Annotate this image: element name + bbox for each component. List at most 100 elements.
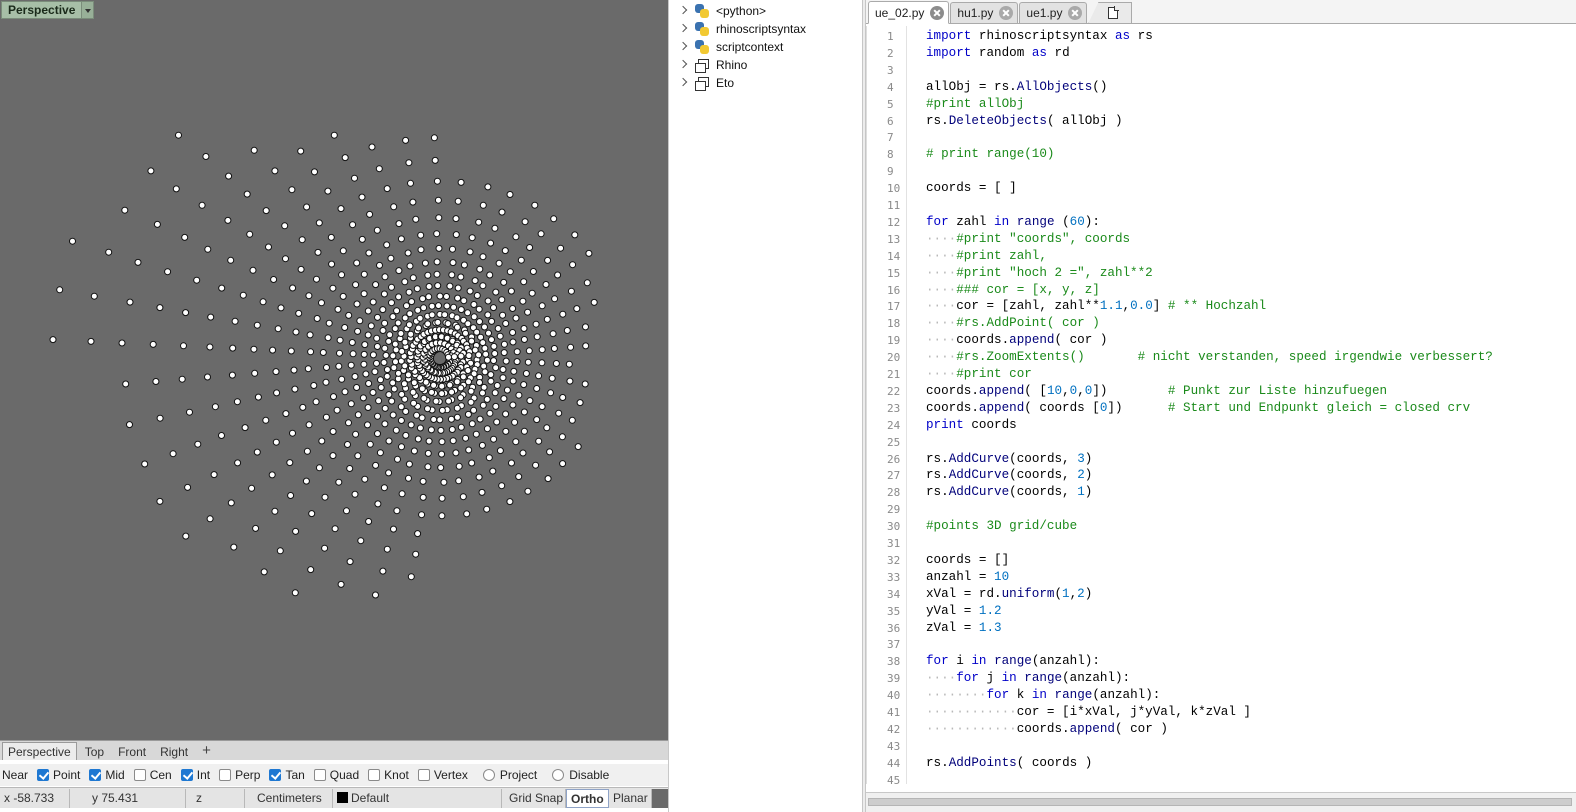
point[interactable] [299, 403, 307, 411]
point[interactable] [391, 340, 399, 348]
point[interactable] [432, 397, 440, 405]
point[interactable] [336, 336, 344, 344]
point[interactable] [552, 360, 560, 367]
point[interactable] [383, 366, 391, 374]
point[interactable] [479, 401, 487, 409]
point[interactable] [480, 362, 488, 370]
point[interactable] [354, 452, 362, 460]
point[interactable] [149, 340, 157, 348]
point[interactable] [380, 359, 388, 366]
point[interactable] [56, 286, 64, 294]
tree-node[interactable]: scriptcontext [677, 38, 783, 56]
point[interactable] [383, 241, 391, 249]
point[interactable] [250, 146, 258, 154]
osnap-point[interactable]: Point [37, 768, 80, 782]
point[interactable] [330, 393, 337, 401]
point[interactable] [462, 434, 470, 442]
point[interactable] [322, 413, 330, 421]
point[interactable] [402, 136, 410, 144]
point[interactable] [394, 369, 402, 377]
point[interactable] [369, 298, 377, 306]
point[interactable] [520, 381, 528, 389]
point[interactable] [327, 233, 335, 241]
point[interactable] [567, 343, 575, 351]
point[interactable] [328, 260, 336, 268]
point[interactable] [49, 336, 57, 344]
point[interactable] [470, 301, 478, 308]
point[interactable] [134, 258, 142, 266]
point[interactable] [457, 394, 465, 402]
point[interactable] [418, 385, 426, 393]
point[interactable] [303, 203, 311, 211]
point[interactable] [483, 505, 491, 513]
point[interactable] [346, 558, 354, 566]
point[interactable] [141, 460, 149, 468]
point[interactable] [272, 368, 280, 376]
point[interactable] [388, 299, 395, 307]
point[interactable] [487, 239, 495, 247]
point[interactable] [535, 437, 543, 445]
point[interactable] [425, 293, 433, 301]
point[interactable] [251, 369, 259, 377]
point[interactable] [483, 425, 491, 433]
point[interactable] [389, 379, 397, 387]
point[interactable] [475, 218, 483, 226]
point[interactable] [395, 220, 403, 228]
point[interactable] [265, 243, 272, 251]
osnap-disable[interactable]: Disable [552, 768, 609, 782]
point[interactable] [557, 244, 565, 252]
point[interactable] [253, 448, 261, 456]
point[interactable] [490, 357, 498, 365]
point[interactable] [231, 317, 239, 325]
point[interactable] [454, 294, 462, 302]
point[interactable] [380, 290, 388, 298]
point[interactable] [485, 454, 493, 462]
point[interactable] [452, 449, 460, 457]
point[interactable] [559, 310, 567, 318]
point[interactable] [485, 329, 492, 337]
point[interactable] [287, 492, 295, 499]
point[interactable] [533, 416, 541, 424]
osnap-checkbox[interactable] [368, 769, 381, 781]
point[interactable] [466, 248, 474, 256]
point[interactable] [549, 330, 557, 338]
point[interactable] [206, 343, 214, 351]
point[interactable] [153, 220, 161, 228]
point[interactable] [169, 450, 177, 458]
point[interactable] [434, 318, 442, 326]
osnap-near[interactable]: Near [2, 768, 28, 782]
point[interactable] [202, 153, 210, 160]
point[interactable] [122, 380, 130, 388]
point[interactable] [333, 406, 341, 414]
point[interactable] [457, 423, 465, 431]
point[interactable] [454, 284, 462, 292]
point[interactable] [438, 438, 446, 446]
point[interactable] [282, 255, 289, 263]
point[interactable] [383, 185, 391, 193]
point[interactable] [374, 412, 381, 420]
point[interactable] [360, 290, 368, 298]
point[interactable] [472, 430, 480, 438]
point[interactable] [377, 376, 384, 384]
scrollbar-thumb[interactable] [868, 798, 1572, 806]
point[interactable] [375, 165, 383, 173]
point[interactable] [365, 518, 373, 525]
code-area[interactable]: 1 2 3 4 5 6 7 8 9 10 11 12 13 14 15 16 17 18 19 20 21 22 23 24 2… [866, 26, 1576, 784]
point[interactable] [206, 515, 214, 523]
osnap-quad[interactable]: Quad [313, 768, 359, 782]
point[interactable] [347, 400, 355, 408]
point[interactable] [547, 389, 555, 397]
point[interactable] [229, 344, 237, 352]
point[interactable] [360, 350, 368, 358]
point[interactable] [436, 292, 444, 300]
point[interactable] [499, 374, 507, 382]
point[interactable] [494, 325, 502, 332]
osnap-checkbox[interactable] [37, 769, 50, 781]
point[interactable] [420, 304, 428, 312]
point[interactable] [544, 475, 552, 483]
point[interactable] [393, 507, 401, 515]
point[interactable] [544, 256, 552, 264]
point[interactable] [394, 455, 401, 463]
point[interactable] [407, 573, 415, 581]
viewport-title[interactable]: Perspective [1, 1, 95, 19]
